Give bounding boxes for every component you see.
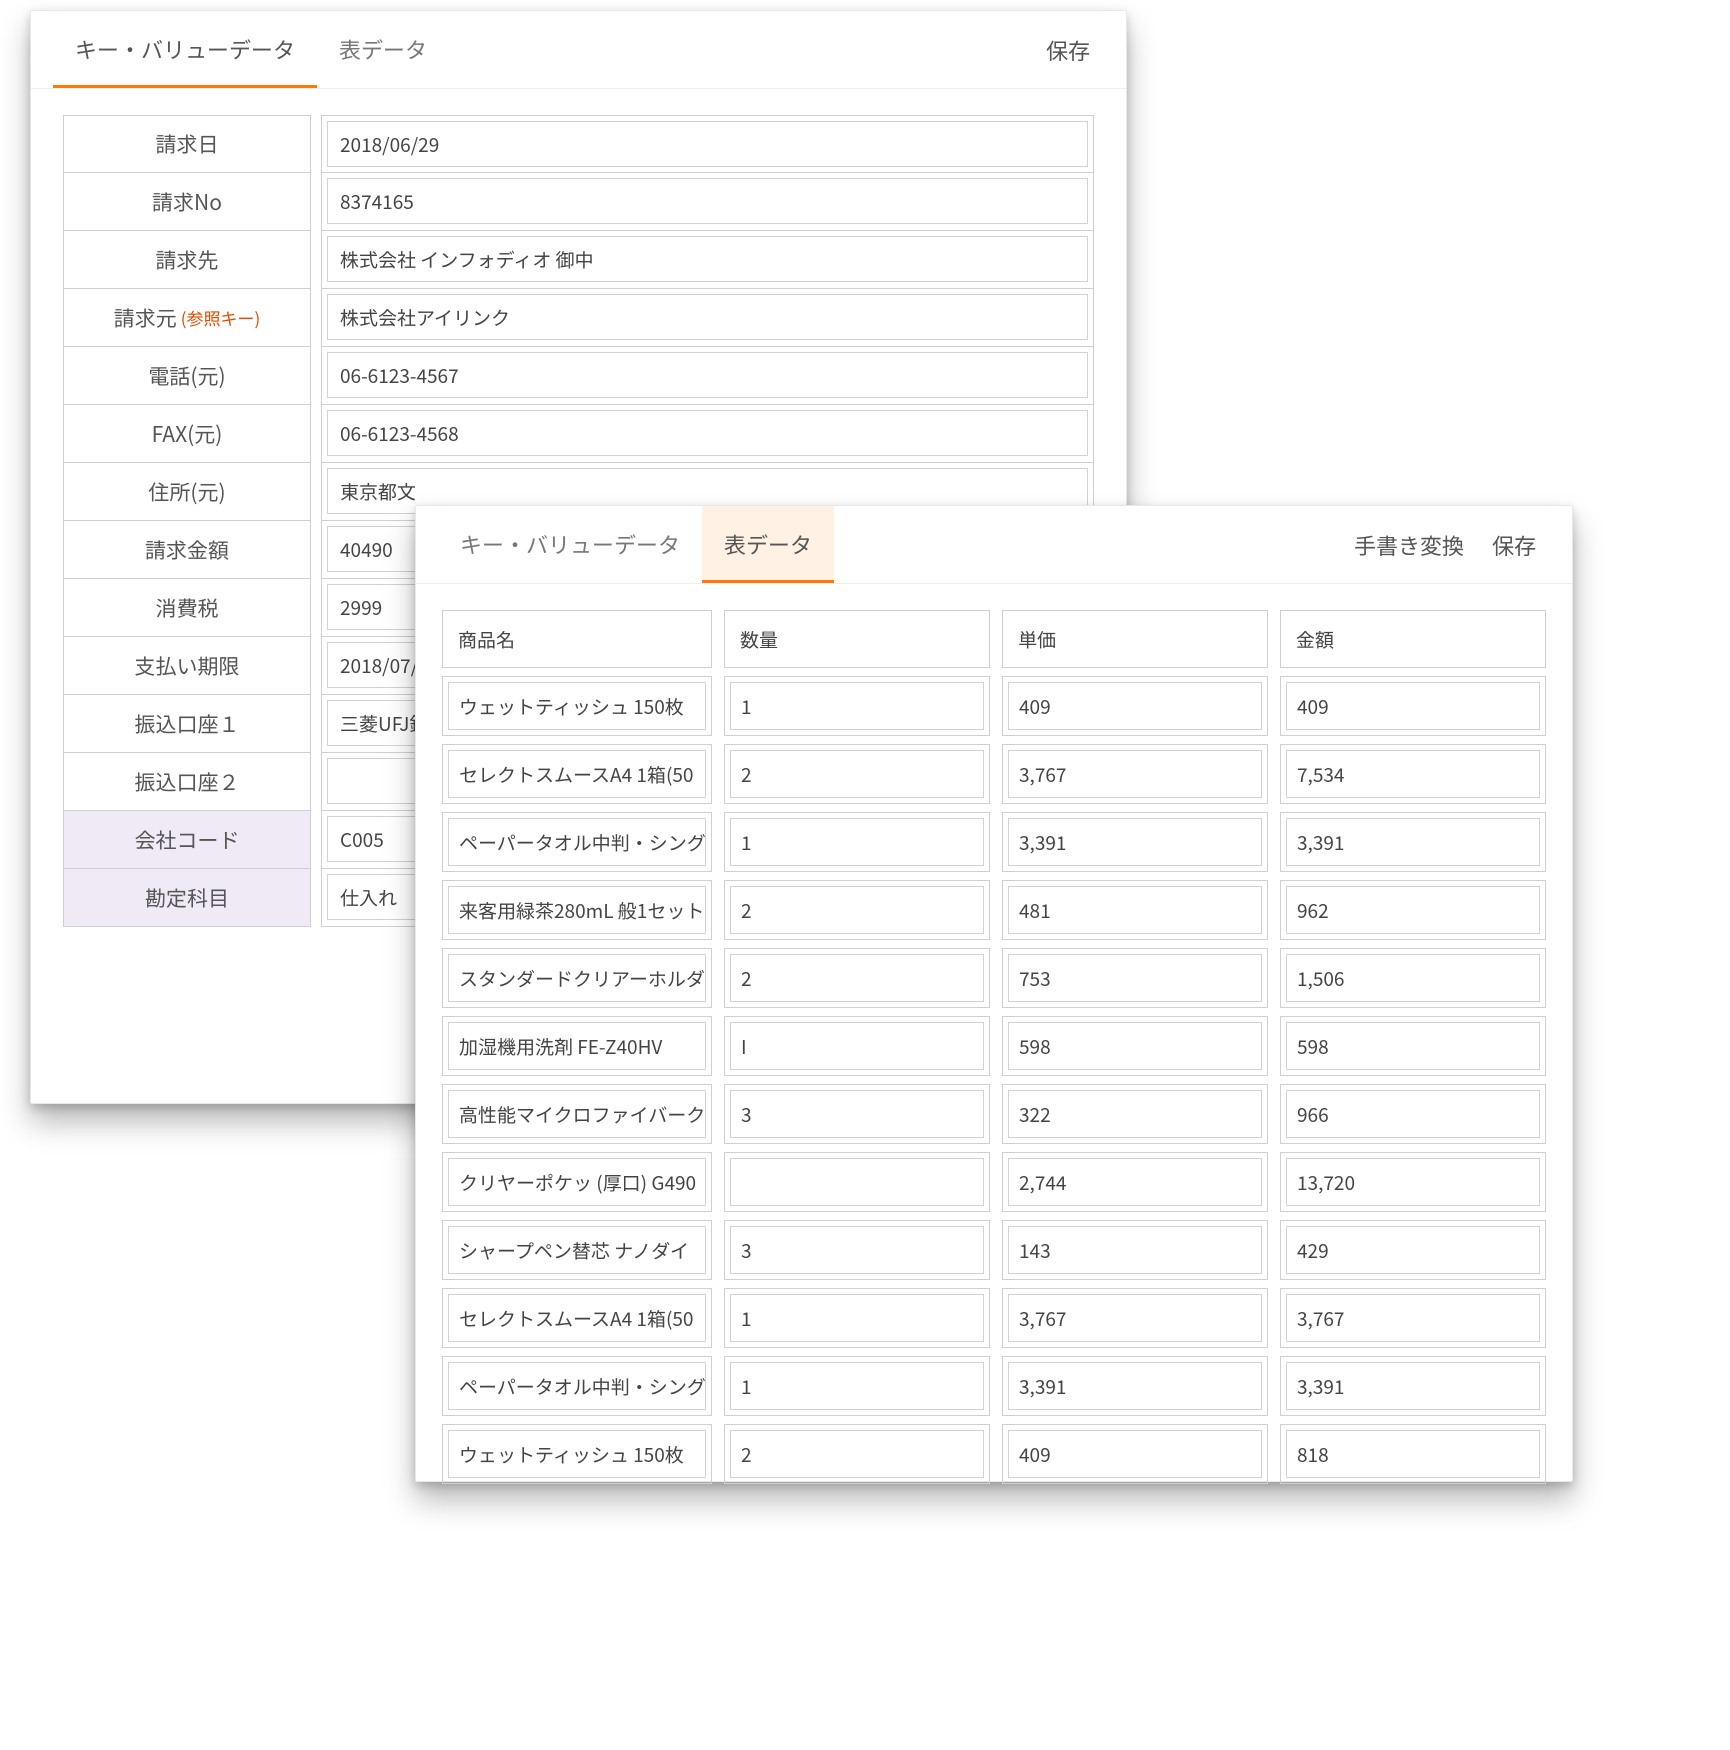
table-cell[interactable]: 3,767 bbox=[1280, 1288, 1546, 1348]
table-cell[interactable]: 1 bbox=[724, 1288, 990, 1348]
table-cell[interactable]: ウェットティッシュ 150枚 bbox=[442, 1424, 712, 1484]
tab-key-value[interactable]: キー・バリューデータ bbox=[438, 506, 702, 583]
table-cell[interactable]: 598 bbox=[1280, 1016, 1546, 1076]
column-header: 商品名 bbox=[442, 610, 712, 668]
table-cell[interactable]: 598 bbox=[1002, 1016, 1268, 1076]
handwrite-convert-button[interactable]: 手書き変換 bbox=[1340, 511, 1478, 579]
field-label: 勘定科目 bbox=[63, 869, 311, 927]
field-label: 住所(元) bbox=[63, 463, 311, 521]
table-cell[interactable]: セレクトスムースA4 1箱(50 bbox=[442, 744, 712, 804]
column-header: 数量 bbox=[724, 610, 990, 668]
table-cell[interactable]: 2,744 bbox=[1002, 1152, 1268, 1212]
table-cell[interactable]: 3 bbox=[724, 1220, 990, 1280]
field-input[interactable] bbox=[327, 236, 1088, 282]
table-cell[interactable]: 3,391 bbox=[1280, 1356, 1546, 1416]
field-label: 振込口座２ bbox=[63, 753, 311, 811]
field-label: 請求日 bbox=[63, 115, 311, 173]
save-button[interactable]: 保存 bbox=[1032, 16, 1104, 84]
table-cell[interactable]: 409 bbox=[1002, 1424, 1268, 1484]
tab-key-value[interactable]: キー・バリューデータ bbox=[53, 11, 317, 88]
table-cell[interactable]: ペーパータオル中判・シング bbox=[442, 812, 712, 872]
tab-table-data[interactable]: 表データ bbox=[317, 11, 449, 88]
field-input[interactable] bbox=[327, 121, 1088, 167]
field-label: 支払い期限 bbox=[63, 637, 311, 695]
table-cell[interactable]: 143 bbox=[1002, 1220, 1268, 1280]
field-label: 消費税 bbox=[63, 579, 311, 637]
table-cell[interactable]: 3,767 bbox=[1002, 1288, 1268, 1348]
tab-table-data[interactable]: 表データ bbox=[702, 506, 834, 583]
tab-bar-back: キー・バリューデータ 表データ 保存 bbox=[31, 11, 1126, 89]
table-cell[interactable]: 来客用緑茶280mL 般1セット bbox=[442, 880, 712, 940]
table-cell[interactable]: 1 bbox=[724, 676, 990, 736]
table-cell[interactable]: 2 bbox=[724, 948, 990, 1008]
table-cell[interactable]: 高性能マイクロファイバーク bbox=[442, 1084, 712, 1144]
table-cell[interactable]: 409 bbox=[1002, 676, 1268, 736]
table-cell[interactable]: 1,506 bbox=[1280, 948, 1546, 1008]
table-cell[interactable]: 481 bbox=[1002, 880, 1268, 940]
tab-bar-front: キー・バリューデータ 表データ 手書き変換 保存 bbox=[416, 506, 1572, 584]
table-cell[interactable]: 753 bbox=[1002, 948, 1268, 1008]
table-cell[interactable]: 2 bbox=[724, 880, 990, 940]
table-data-panel: キー・バリューデータ 表データ 手書き変換 保存 商品名数量単価金額ウェットティ… bbox=[415, 505, 1573, 1482]
save-button[interactable]: 保存 bbox=[1478, 511, 1550, 579]
field-label: 電話(元) bbox=[63, 347, 311, 405]
field-input[interactable] bbox=[327, 352, 1088, 398]
table-cell[interactable]: I bbox=[724, 1016, 990, 1076]
table-cell[interactable]: 加湿機用洗剤 FE-Z40HV bbox=[442, 1016, 712, 1076]
table-cell[interactable]: 962 bbox=[1280, 880, 1546, 940]
table-cell[interactable]: 322 bbox=[1002, 1084, 1268, 1144]
table-cell[interactable]: セレクトスムースA4 1箱(50 bbox=[442, 1288, 712, 1348]
field-input[interactable] bbox=[327, 410, 1088, 456]
table-cell[interactable]: クリヤーポケッ (厚口) G490 bbox=[442, 1152, 712, 1212]
table-cell[interactable]: 3,391 bbox=[1280, 812, 1546, 872]
field-label: 会社コード bbox=[63, 811, 311, 869]
table-cell[interactable] bbox=[724, 1152, 990, 1212]
table-cell[interactable]: 3,767 bbox=[1002, 744, 1268, 804]
table-cell[interactable]: 13,720 bbox=[1280, 1152, 1546, 1212]
table-cell[interactable]: 409 bbox=[1280, 676, 1546, 736]
field-label: 振込口座１ bbox=[63, 695, 311, 753]
table-cell[interactable]: 966 bbox=[1280, 1084, 1546, 1144]
field-input[interactable] bbox=[327, 294, 1088, 340]
field-label: 請求元 (参照キー) bbox=[63, 289, 311, 347]
table-cell[interactable]: 2 bbox=[724, 1424, 990, 1484]
table-cell[interactable]: 429 bbox=[1280, 1220, 1546, 1280]
table-cell[interactable]: 2 bbox=[724, 744, 990, 804]
table-cell[interactable]: シャープペン替芯 ナノダイ bbox=[442, 1220, 712, 1280]
table-cell[interactable]: 3 bbox=[724, 1084, 990, 1144]
table-cell[interactable]: スタンダードクリアーホルダ bbox=[442, 948, 712, 1008]
table-cell[interactable]: 3,391 bbox=[1002, 812, 1268, 872]
table-cell[interactable]: 818 bbox=[1280, 1424, 1546, 1484]
table-cell[interactable]: ペーパータオル中判・シング bbox=[442, 1356, 712, 1416]
field-label: 請求金額 bbox=[63, 521, 311, 579]
table-cell[interactable]: 1 bbox=[724, 812, 990, 872]
table-cell[interactable]: 3,391 bbox=[1002, 1356, 1268, 1416]
field-label: FAX(元) bbox=[63, 405, 311, 463]
field-label: 請求先 bbox=[63, 231, 311, 289]
table-cell[interactable]: 7,534 bbox=[1280, 744, 1546, 804]
table-cell[interactable]: ウェットティッシュ 150枚 bbox=[442, 676, 712, 736]
column-header: 金額 bbox=[1280, 610, 1546, 668]
column-header: 単価 bbox=[1002, 610, 1268, 668]
field-input[interactable] bbox=[327, 178, 1088, 224]
table-cell[interactable]: 1 bbox=[724, 1356, 990, 1416]
field-label: 請求No bbox=[63, 173, 311, 231]
